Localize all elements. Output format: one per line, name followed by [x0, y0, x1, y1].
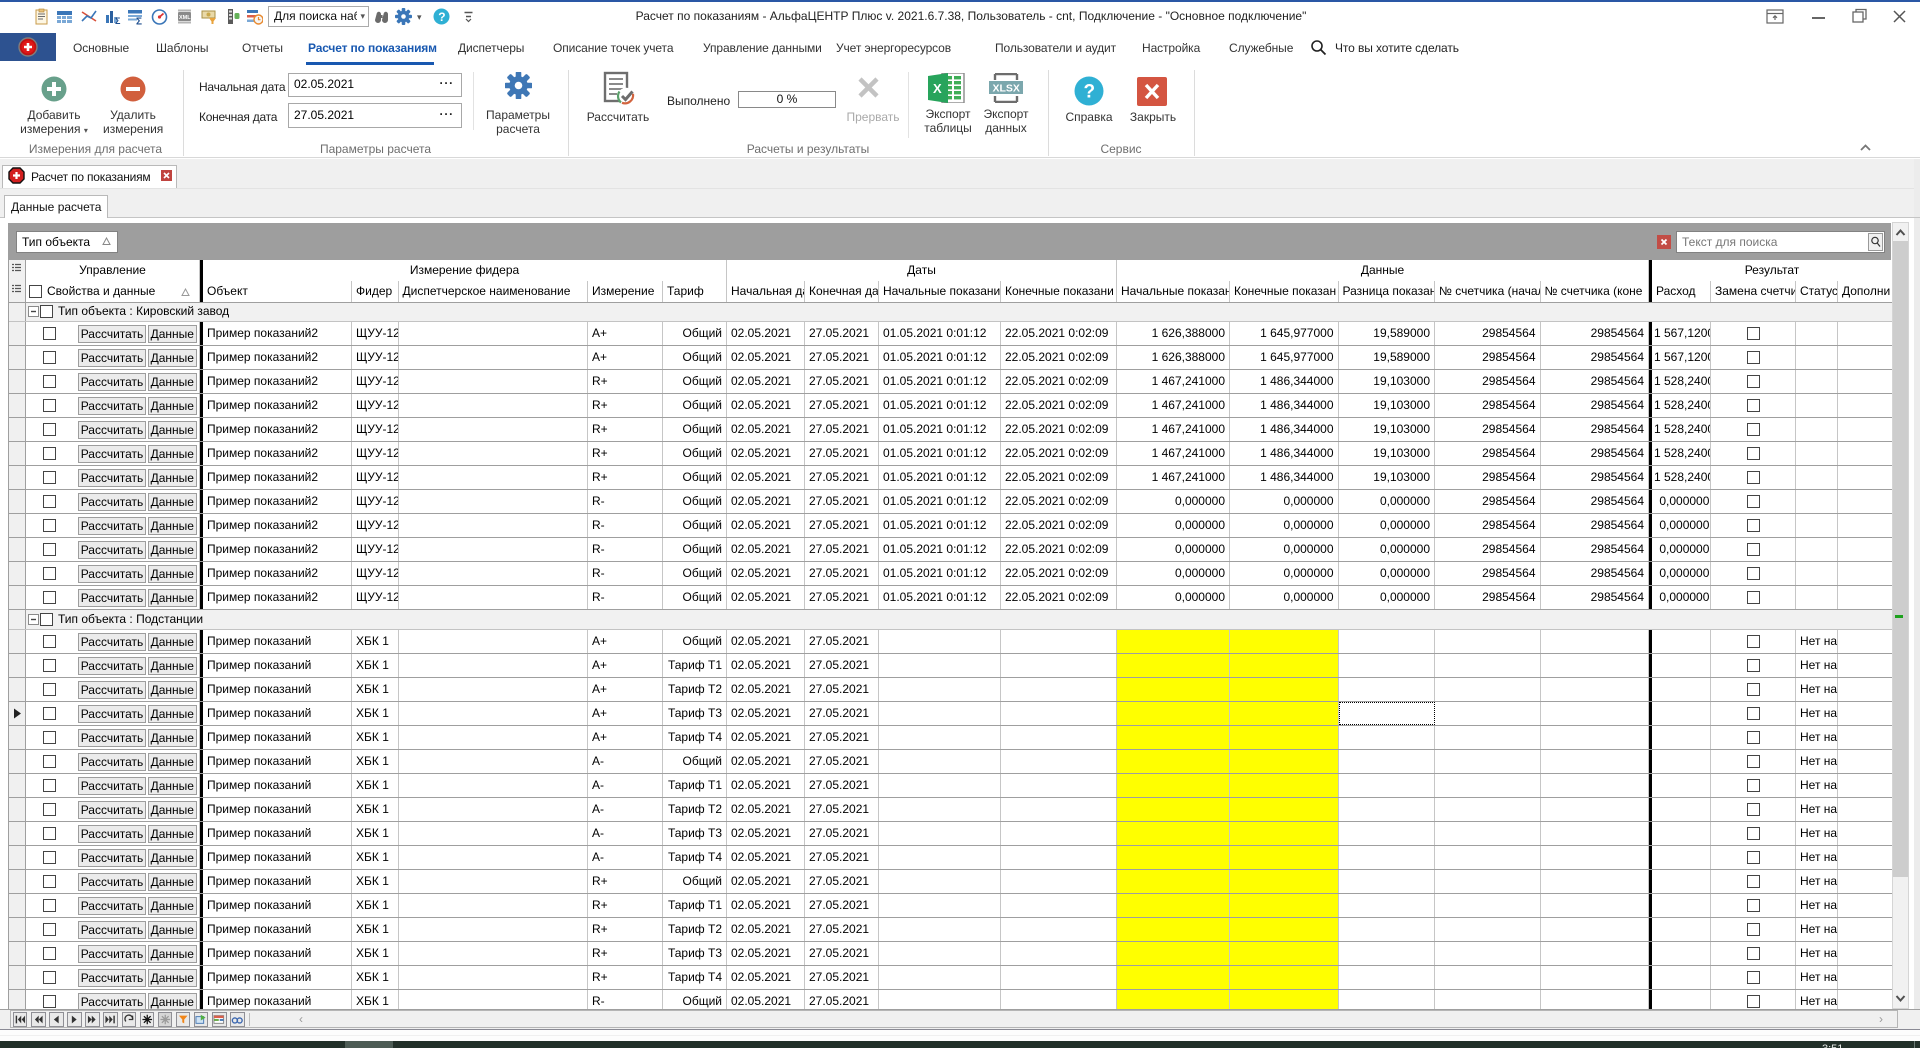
svg-text:XML: XML [179, 15, 191, 21]
svg-text:X: X [933, 81, 942, 96]
svg-text:XLSX: XLSX [993, 83, 1020, 95]
svg-text:Σ: Σ [136, 17, 142, 26]
svg-text:Σ: Σ [115, 16, 121, 25]
svg-text:?: ? [438, 10, 445, 24]
svg-text:?: ? [1084, 82, 1096, 103]
